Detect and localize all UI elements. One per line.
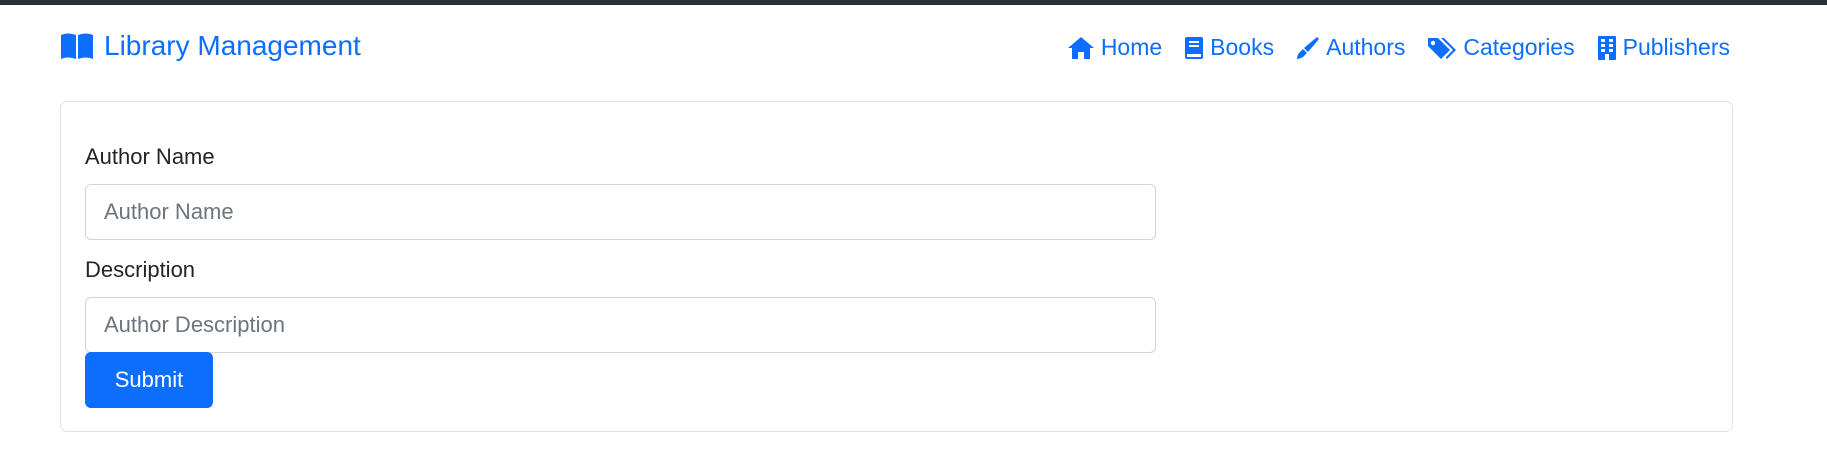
pen-nib-icon: [1296, 36, 1320, 60]
book-icon: [1184, 36, 1204, 60]
home-icon: [1067, 36, 1095, 60]
nav-books-label: Books: [1210, 34, 1275, 60]
submit-button[interactable]: Submit: [85, 352, 213, 408]
description-input[interactable]: [85, 297, 1156, 353]
brand-link[interactable]: Library Management: [60, 30, 361, 62]
nav-home-link[interactable]: Home: [1067, 34, 1162, 61]
author-name-input[interactable]: [85, 184, 1156, 240]
nav-categories-label: Categories: [1463, 34, 1575, 60]
nav-links: Home Books Authors Categories Publishers: [1067, 34, 1730, 61]
brand-title: Library Management: [104, 30, 361, 61]
book-open-icon: [60, 32, 94, 60]
tags-icon: [1427, 36, 1457, 60]
description-label: Description: [85, 257, 196, 282]
navbar: Library Management Home Books Authors Ca…: [60, 30, 1730, 72]
author-name-label: Author Name: [85, 144, 215, 169]
nav-books-link[interactable]: Books: [1184, 34, 1274, 61]
nav-categories-link[interactable]: Categories: [1427, 34, 1575, 61]
nav-home-label: Home: [1100, 34, 1163, 60]
nav-publishers-link[interactable]: Publishers: [1597, 34, 1730, 61]
author-form-card: Author Name Description Submit: [60, 101, 1733, 432]
building-icon: [1597, 35, 1617, 61]
top-bar: [0, 0, 1827, 5]
nav-authors-label: Authors: [1326, 34, 1406, 60]
nav-publishers-label: Publishers: [1622, 34, 1730, 60]
nav-authors-link[interactable]: Authors: [1296, 34, 1405, 61]
